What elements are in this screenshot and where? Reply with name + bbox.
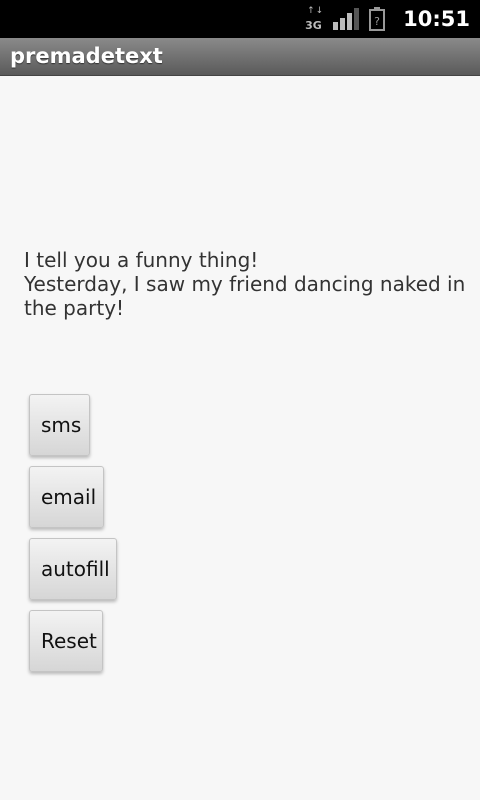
battery-icon: ?: [369, 7, 386, 31]
network-type-label: 3G: [305, 19, 322, 32]
message-text: I tell you a funny thing! Yesterday, I s…: [24, 248, 466, 320]
status-clock: 10:51: [403, 7, 470, 31]
app-title-bar: premadetext: [0, 38, 480, 76]
network-3g-icon: ↑↓ 3G: [305, 6, 323, 32]
reset-button[interactable]: Reset: [29, 610, 103, 672]
sms-button[interactable]: sms: [29, 394, 90, 456]
main-content: I tell you a funny thing! Yesterday, I s…: [0, 76, 480, 800]
status-bar: ↑↓ 3G ? 10:51: [0, 0, 480, 38]
email-button[interactable]: email: [29, 466, 104, 528]
svg-text:?: ?: [374, 15, 380, 28]
data-activity-arrows: ↑↓: [307, 6, 325, 16]
status-icons: ↑↓ 3G ? 10:51: [305, 0, 470, 38]
signal-icon: [333, 8, 360, 30]
app-title: premadetext: [10, 44, 163, 68]
message-line: the party!: [24, 296, 125, 320]
message-line: Yesterday, I saw my friend dancing naked…: [24, 272, 466, 296]
message-line: I tell you a funny thing!: [24, 248, 259, 272]
autofill-button[interactable]: autofill: [29, 538, 117, 600]
